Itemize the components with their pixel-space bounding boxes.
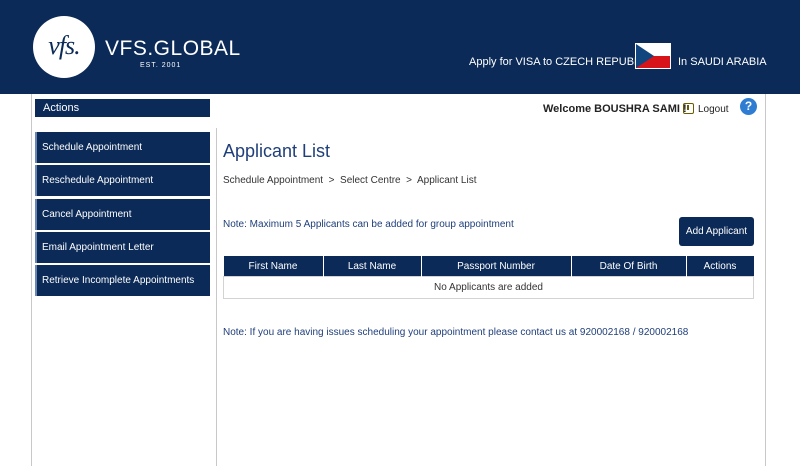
site-header: vfs. VFS.GLOBAL EST. 2001 Apply for VISA… bbox=[0, 0, 800, 94]
contact-note: Note: If you are having issues schedulin… bbox=[223, 327, 689, 338]
sidebar-divider bbox=[216, 128, 217, 466]
brand-name: VFS.GLOBAL bbox=[105, 37, 241, 60]
help-icon[interactable]: ? bbox=[740, 98, 757, 115]
column-header: Date Of Birth bbox=[571, 256, 687, 277]
country-text: In SAUDI ARABIA bbox=[678, 56, 767, 68]
table-header-row: First Name Last Name Passport Number Dat… bbox=[223, 256, 754, 277]
sidebar-item-schedule[interactable]: Schedule Appointment bbox=[35, 132, 210, 163]
column-header: Actions bbox=[686, 256, 754, 277]
welcome-message: Welcome BOUSHRA SAMI ! bbox=[543, 103, 687, 115]
logout-link[interactable]: Logout bbox=[698, 104, 729, 115]
logo-text: vfs. bbox=[48, 31, 80, 60]
empty-table-message: No Applicants are added bbox=[223, 276, 754, 299]
sidebar-item-email-letter[interactable]: Email Appointment Letter bbox=[35, 232, 210, 263]
actions-heading: Actions bbox=[35, 99, 210, 117]
vfs-logo[interactable]: vfs. bbox=[33, 16, 95, 78]
czech-flag-icon bbox=[635, 43, 671, 69]
sidebar-item-retrieve-incomplete[interactable]: Retrieve Incomplete Appointments bbox=[35, 265, 210, 296]
sidebar-item-reschedule[interactable]: Reschedule Appointment bbox=[35, 165, 210, 196]
max-applicants-note: Note: Maximum 5 Applicants can be added … bbox=[223, 219, 514, 230]
column-header: Last Name bbox=[323, 256, 422, 277]
applicant-table: First Name Last Name Passport Number Dat… bbox=[223, 256, 754, 299]
brand-est: EST. 2001 bbox=[140, 62, 182, 69]
table-row: No Applicants are added bbox=[223, 276, 754, 299]
logout-icon[interactable] bbox=[683, 103, 694, 114]
breadcrumb: Schedule Appointment > Select Centre > A… bbox=[223, 175, 477, 186]
apply-text: Apply for VISA to CZECH REPUBLIC bbox=[469, 56, 652, 68]
column-header: Passport Number bbox=[421, 256, 572, 277]
add-applicant-button[interactable]: Add Applicant bbox=[679, 217, 754, 246]
sidebar-item-cancel[interactable]: Cancel Appointment bbox=[35, 199, 210, 230]
column-header: First Name bbox=[223, 256, 324, 277]
page-title: Applicant List bbox=[223, 141, 331, 161]
